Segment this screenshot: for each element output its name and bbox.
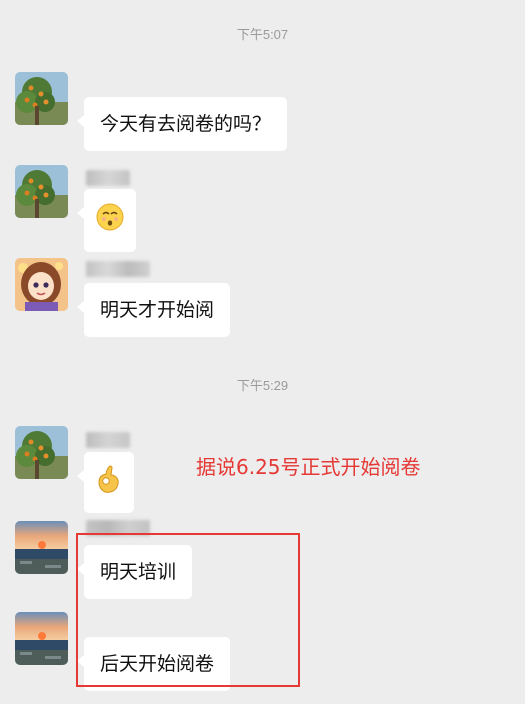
message-bubble[interactable] <box>77 189 136 252</box>
orange-tree-avatar[interactable] <box>15 165 68 218</box>
sender-name-redacted <box>86 170 130 186</box>
message-bubble[interactable]: 明天才开始阅 <box>76 283 231 337</box>
sender-name-redacted <box>86 432 130 448</box>
sunset-beach-avatar[interactable] <box>15 612 68 665</box>
message-bubble[interactable] <box>77 452 134 513</box>
orange-tree-avatar[interactable] <box>15 426 68 479</box>
message-bubble[interactable]: 今天有去阅卷的吗？ <box>76 97 288 151</box>
message-text: 今天有去阅卷的吗？ <box>100 113 272 135</box>
cartoon-girl-avatar[interactable] <box>15 258 68 311</box>
red-highlight-box <box>76 533 300 687</box>
grimacing-face-icon <box>96 203 124 238</box>
message-text: 明天才开始阅 <box>100 299 215 321</box>
timestamp: 下午5:07 <box>236 27 289 42</box>
orange-tree-avatar[interactable] <box>15 72 68 125</box>
ok-hand-icon <box>96 465 122 501</box>
red-annotation-text: 据说6.25号正式开始阅卷 <box>196 455 421 479</box>
sunset-beach-avatar[interactable] <box>15 521 68 574</box>
sender-name-redacted <box>86 261 150 277</box>
timestamp: 下午5:29 <box>236 378 289 393</box>
